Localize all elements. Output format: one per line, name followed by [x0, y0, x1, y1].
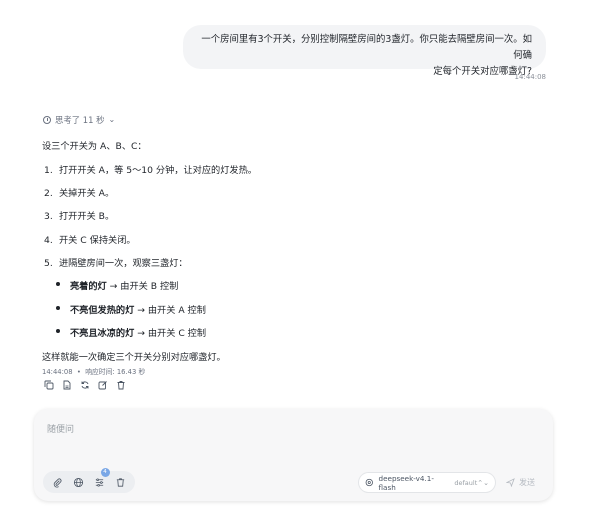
chevron-down-icon: ⌄ [108, 114, 116, 124]
bullet-bold-text: 亮着的灯 [70, 281, 107, 292]
bullet-dot [56, 306, 60, 310]
list-number: 2. [44, 188, 53, 199]
list-number: 4. [44, 235, 53, 246]
chevron-updown-icon: ⌃⌄ [477, 478, 489, 487]
bullet-text: → 由开关 A 控制 [134, 305, 206, 316]
user-message-line: 一个房间里有3个开关，分别控制隔壁房间的3盏灯。你只能去隔壁房间一次。如何确 [201, 34, 532, 61]
copy-icon[interactable] [44, 380, 54, 390]
response-duration: 响应时间: 16.43 秒 [85, 368, 146, 376]
meta-separator: • [76, 368, 81, 376]
send-icon [506, 478, 515, 487]
composer-input[interactable]: 随便问 [47, 422, 74, 435]
list-item-text: 进隔壁房间一次，观察三盏灯： [59, 258, 188, 269]
delete-icon[interactable] [116, 380, 126, 390]
thinking-label: 思考了 11 秒 [55, 115, 105, 125]
bullet-text: → 由开关 B 控制 [106, 281, 179, 292]
tools-list-icon[interactable]: 4 [94, 468, 110, 488]
model-selector[interactable]: deepseek-v4.1-flash default ⌃⌄ [359, 473, 495, 492]
list-number: 1. [44, 165, 53, 176]
bullet-dot [56, 282, 60, 286]
edit-icon[interactable] [98, 380, 108, 390]
list-item-text: 开关 C 保持关闭。 [59, 235, 136, 246]
user-message-line: 定每个开关对应哪盏灯? [433, 66, 532, 77]
thinking-icon [43, 116, 51, 124]
composer-tools: 4 [43, 468, 135, 493]
list-item: 4. 开关 C 保持关闭。 [42, 232, 136, 246]
model-name: deepseek-v4.1-flash [378, 473, 434, 492]
model-tag: default [454, 478, 478, 487]
tools-count-badge: 4 [100, 468, 110, 477]
bullet-item: 亮着的灯 → 由开关 B 控制 [70, 278, 178, 292]
bullet-text: → 由开关 C 控制 [134, 328, 207, 339]
globe-icon[interactable] [73, 476, 85, 488]
list-number: 3. [44, 211, 53, 222]
list-item-text: 打开开关 A，等 5～10 分钟，让对应的灯发热。 [59, 165, 257, 176]
bullet-bold-text: 不亮且冰凉的灯 [70, 328, 135, 339]
list-number: 5. [44, 258, 53, 269]
list-item: 5. 进隔壁房间一次，观察三盏灯： [42, 255, 188, 269]
list-item-text: 打开开关 B。 [59, 211, 115, 222]
bullet-item: 不亮且冰凉的灯 → 由开关 C 控制 [70, 325, 206, 339]
list-item: 2. 关掉开关 A。 [42, 185, 114, 199]
regenerate-icon[interactable] [80, 380, 90, 390]
bullet-dot [56, 329, 60, 333]
message-composer: 随便问 4 deepseek-v4.1-flash default ⌃⌄ 发送 [34, 409, 553, 501]
send-label: 发送 [519, 478, 535, 487]
thinking-toggle[interactable]: 思考了 11 秒 ⌄ [43, 114, 115, 126]
message-actions [44, 380, 126, 390]
attachment-icon[interactable] [52, 476, 64, 488]
bullet-item: 不亮但发热的灯 → 由开关 A 控制 [70, 302, 206, 316]
answer-conclusion: 这样就能一次确定三个开关分别对应哪盏灯。 [42, 352, 226, 363]
user-message-timestamp: 14:44:08 [514, 73, 546, 81]
response-meta: 14:44:08 • 响应时间: 16.43 秒 [42, 366, 145, 376]
list-item: 1. 打开开关 A，等 5～10 分钟，让对应的灯发热。 [42, 162, 257, 176]
send-button[interactable]: 发送 [502, 473, 546, 492]
response-timestamp: 14:44:08 [42, 368, 73, 376]
bullet-bold-text: 不亮但发热的灯 [70, 305, 135, 316]
answer-intro: 设三个开关为 A、B、C： [42, 141, 147, 152]
list-item: 3. 打开开关 B。 [42, 208, 114, 222]
list-item-text: 关掉开关 A。 [59, 188, 115, 199]
user-message-bubble: 一个房间里有3个开关，分别控制隔壁房间的3盏灯。你只能去隔壁房间一次。如何确 定… [183, 25, 546, 77]
export-icon[interactable] [62, 380, 72, 390]
trash-icon[interactable] [115, 476, 127, 488]
model-chip-icon [365, 478, 373, 487]
